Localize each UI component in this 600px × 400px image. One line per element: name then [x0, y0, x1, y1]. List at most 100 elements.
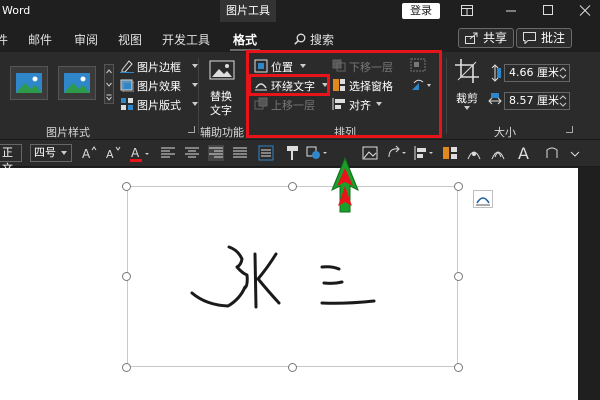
- tab-developer[interactable]: 开发工具: [162, 31, 210, 48]
- style-combo[interactable]: 正文: [0, 144, 22, 175]
- artistic-effects-icon: [491, 151, 505, 160]
- font-color-button[interactable]: A: [130, 145, 152, 162]
- tell-me-search[interactable]: 搜索: [294, 31, 335, 48]
- comments-label: 批注: [541, 31, 566, 45]
- crop-icon: [455, 59, 479, 83]
- picture-style-thumb-1[interactable]: [10, 66, 48, 100]
- alt-text-button[interactable]: 替换 文字: [203, 60, 241, 120]
- font-size-value: 四号: [34, 146, 56, 159]
- picture-border-button[interactable]: 图片边框: [120, 58, 200, 74]
- width-icon: [488, 93, 502, 105]
- maximize-button[interactable]: [533, 0, 563, 22]
- picture-effects-label: 图片效果: [137, 80, 181, 93]
- resize-handle-bottom[interactable]: [288, 363, 297, 372]
- share-button[interactable]: 共享: [458, 28, 515, 48]
- shape-width-input[interactable]: 8.57 厘米: [504, 92, 570, 110]
- comments-button[interactable]: 批注: [516, 28, 573, 48]
- layout-options-icon: [546, 147, 558, 158]
- toolbar-more-button[interactable]: [568, 145, 582, 161]
- ribbon-display-options-button[interactable]: [452, 0, 482, 22]
- shape-fill-button[interactable]: [306, 145, 330, 161]
- annotation-arrow-icon: [331, 156, 359, 213]
- rotate-icon: [388, 145, 406, 158]
- layout-options-toolbar-button[interactable]: [544, 145, 560, 161]
- color-button[interactable]: [466, 145, 482, 161]
- svg-text:A: A: [82, 147, 91, 161]
- layout-options-icon: [476, 197, 490, 206]
- shape-height-input[interactable]: 4.66 厘米: [504, 64, 570, 82]
- align-left-button[interactable]: [160, 145, 176, 161]
- signature-picture[interactable]: 张三: [127, 186, 458, 367]
- resize-handle-right[interactable]: [454, 272, 463, 281]
- tab-review[interactable]: 审阅: [74, 31, 98, 48]
- svg-text:A: A: [106, 148, 114, 161]
- minimize-button[interactable]: [496, 0, 526, 22]
- font-color-icon: A: [130, 146, 149, 162]
- resize-handle-bottom-left[interactable]: [122, 363, 131, 372]
- search-label: 搜索: [310, 33, 335, 47]
- minimize-icon: [506, 10, 516, 12]
- svg-text:A: A: [131, 146, 140, 160]
- spinner-icon: [559, 95, 567, 107]
- share-label: 共享: [483, 31, 508, 45]
- resize-handle-bottom-right[interactable]: [454, 363, 463, 372]
- align-left-icon: [161, 147, 175, 158]
- format-toolbar: 正文 四号 A A A: [0, 140, 600, 175]
- document-scrollbar[interactable]: [578, 168, 600, 400]
- style-gallery-scroll[interactable]: [104, 64, 114, 104]
- group-separator: [198, 58, 199, 134]
- format-painter-button[interactable]: [284, 145, 300, 161]
- tab-insert-partial[interactable]: 件: [0, 31, 8, 48]
- picture-icon: [64, 73, 90, 93]
- align-center-button[interactable]: [184, 145, 200, 161]
- picture-styles-launcher[interactable]: [188, 126, 195, 133]
- font-size-combo[interactable]: 四号: [30, 144, 72, 162]
- resize-handle-top-right[interactable]: [454, 182, 463, 191]
- resize-handle-top-left[interactable]: [122, 182, 131, 191]
- size-group-label: 大小: [494, 126, 516, 139]
- comment-icon: [523, 32, 536, 44]
- change-picture-button[interactable]: [362, 145, 378, 161]
- accessibility-group-label: 辅助功能: [200, 126, 244, 139]
- size-launcher[interactable]: [566, 126, 573, 133]
- picture-effects-button[interactable]: 图片效果: [120, 77, 200, 93]
- crop-button[interactable]: 裁剪: [452, 58, 482, 118]
- gallery-arrows-icon: [106, 69, 112, 101]
- resize-handle-top[interactable]: [288, 182, 297, 191]
- selection-pane-icon: [443, 147, 457, 159]
- height-icon: [491, 64, 501, 82]
- alt-text-label-2: 文字: [210, 104, 232, 117]
- justify-button[interactable]: [232, 145, 248, 161]
- justify-icon: [233, 147, 247, 158]
- selection-pane-toolbar-button[interactable]: [442, 145, 458, 161]
- align-right-button[interactable]: [208, 145, 224, 161]
- text-effects-button[interactable]: A: [518, 144, 534, 166]
- tab-format[interactable]: 格式: [233, 31, 257, 48]
- alt-text-icon: [209, 60, 235, 80]
- resize-handle-left[interactable]: [122, 272, 131, 281]
- layout-options-button[interactable]: [473, 190, 493, 208]
- distributed-icon: [258, 145, 274, 161]
- picture-style-thumb-2[interactable]: [58, 66, 96, 100]
- rotate-dropdown-button[interactable]: [386, 145, 408, 161]
- close-icon: [579, 5, 591, 16]
- spinner-icon: [559, 67, 567, 79]
- artistic-effects-button[interactable]: [490, 145, 506, 161]
- grow-font-button[interactable]: A: [82, 145, 98, 161]
- picture-styles-group-label: 图片样式: [46, 126, 90, 139]
- picture-layout-label: 图片版式: [137, 99, 181, 112]
- align-objects-button[interactable]: [414, 145, 436, 161]
- tab-view[interactable]: 视图: [118, 31, 142, 48]
- handwritten-signature-drawing: [190, 245, 376, 309]
- shrink-font-button[interactable]: A: [106, 145, 122, 161]
- chevron-down-icon: [464, 106, 470, 110]
- picture-border-label: 图片边框: [137, 61, 181, 74]
- login-button[interactable]: 登录: [402, 3, 440, 19]
- text-effects-icon: A: [518, 144, 529, 163]
- distributed-button[interactable]: [258, 145, 274, 161]
- align-objects-icon: [414, 146, 433, 160]
- tab-mailings[interactable]: 邮件: [28, 31, 52, 48]
- picture-layout-button[interactable]: 图片版式: [120, 96, 200, 112]
- close-window-button[interactable]: [570, 0, 600, 22]
- height-value: 4.66 厘米: [509, 66, 559, 79]
